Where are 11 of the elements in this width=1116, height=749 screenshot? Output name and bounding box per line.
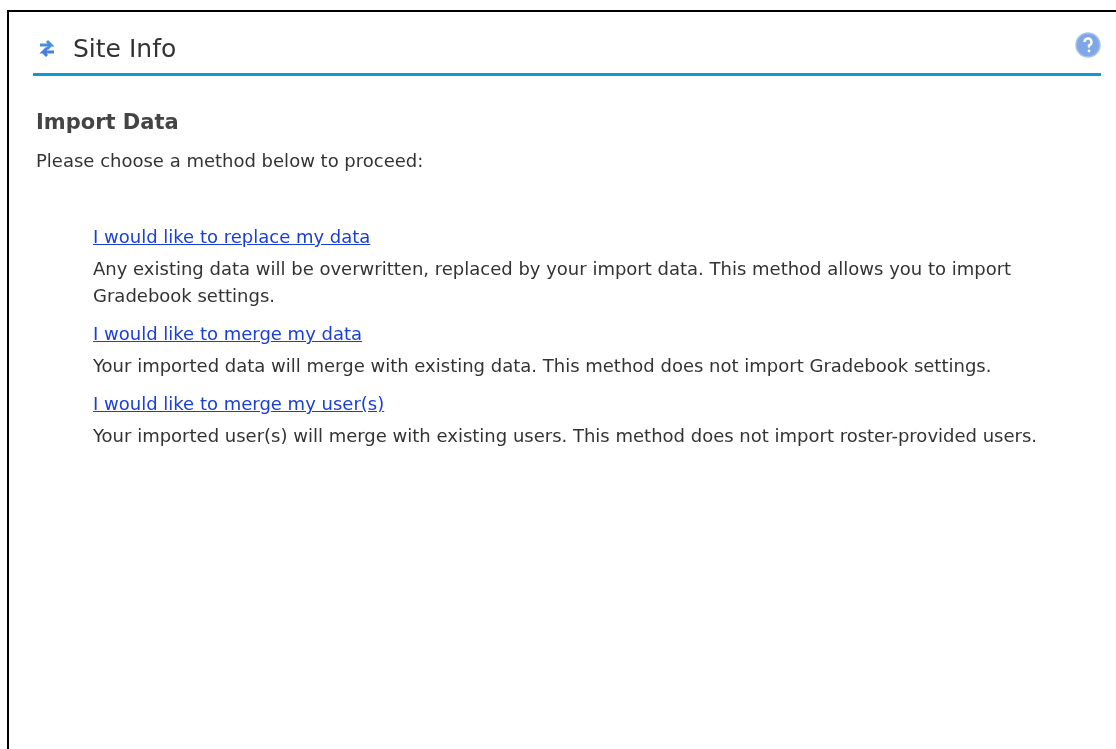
- section-heading: Import Data: [36, 110, 180, 134]
- help-icon[interactable]: [1075, 32, 1101, 58]
- sync-icon: [37, 37, 57, 59]
- method-description: Your imported user(s) will merge with existing users. This method does not import roster-provided users.: [93, 424, 1038, 448]
- method-description: Any existing data will be overwritten, replaced by your import data. This method allows you to import Gradebook settings.: [93, 257, 1013, 308]
- intro-text: Please choose a method below to proceed:: [36, 149, 425, 173]
- page-title: Site Info: [73, 33, 178, 63]
- method-link[interactable]: I would like to merge my data: [93, 323, 363, 344]
- method-link[interactable]: I would like to merge my user(s): [93, 393, 385, 414]
- method-description: Your imported data will merge with existing data. This method does not import Gradebook settings.: [93, 354, 992, 378]
- method-link[interactable]: I would like to replace my data: [93, 226, 371, 247]
